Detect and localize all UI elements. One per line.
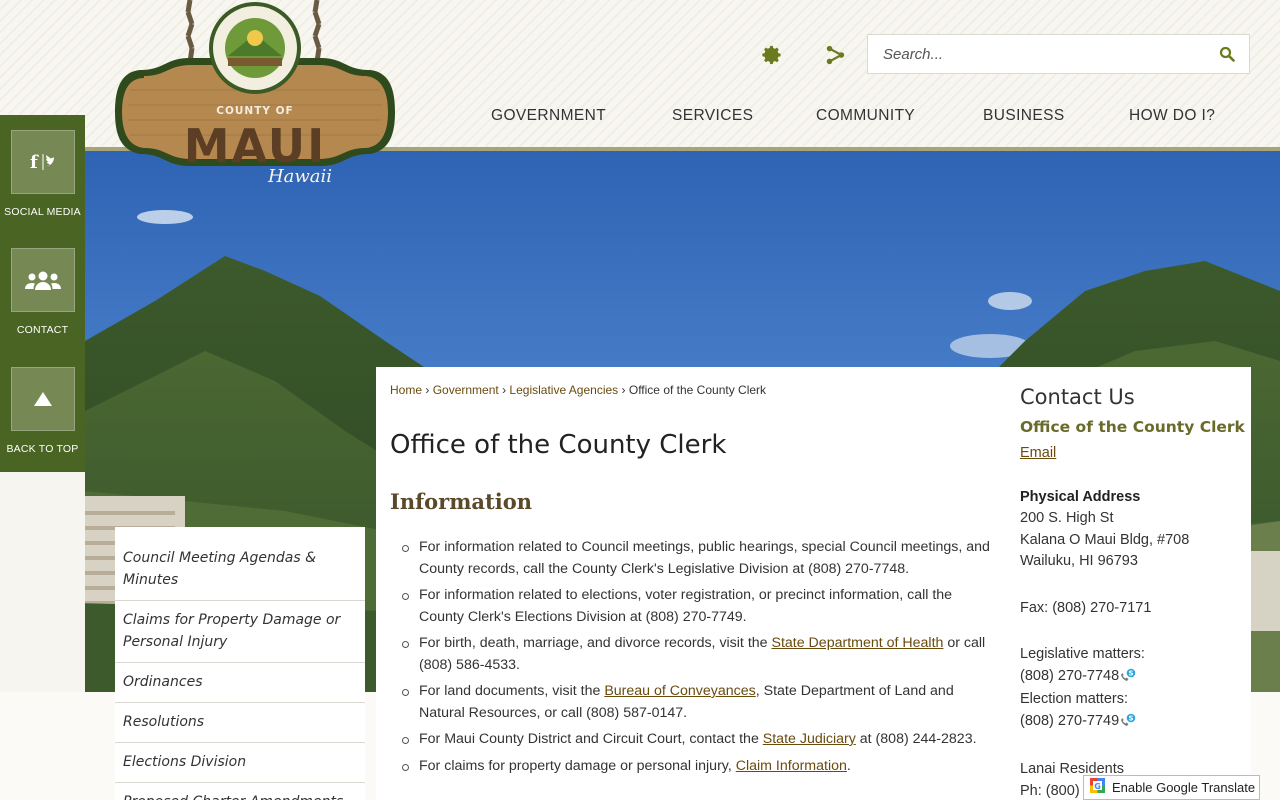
subnav-claims[interactable]: Claims for Property Damage or Personal I… bbox=[115, 601, 365, 663]
gear-icon[interactable] bbox=[759, 42, 785, 68]
nav-business[interactable]: BUSINESS bbox=[983, 107, 1065, 125]
nav-services[interactable]: SERVICES bbox=[672, 107, 753, 125]
search-icon[interactable] bbox=[1219, 46, 1237, 64]
list-item: For information related to elections, vo… bbox=[400, 585, 992, 628]
logo-maui: MAUI bbox=[184, 119, 326, 173]
claim-info-link[interactable]: Claim Information bbox=[736, 758, 847, 774]
contact-heading: Contact Us bbox=[1020, 385, 1135, 409]
election-phone[interactable]: (808) 270-7749 bbox=[1020, 713, 1119, 729]
main-content: Home › Government › Legislative Agencies… bbox=[376, 367, 1251, 800]
election-phone-row: (808) 270-7749 S bbox=[1020, 711, 1245, 735]
list-item: For claims for property damage or person… bbox=[400, 756, 992, 778]
section-title: Information bbox=[390, 489, 532, 514]
nav-government[interactable]: GOVERNMENT bbox=[491, 107, 606, 125]
contact-dept: Office of the County Clerk bbox=[1020, 418, 1245, 436]
health-dept-link[interactable]: State Department of Health bbox=[771, 635, 943, 651]
breadcrumb-separator: › bbox=[621, 383, 626, 397]
svg-text:G: G bbox=[1094, 782, 1101, 791]
google-translate-button[interactable]: G Enable Google Translate bbox=[1083, 775, 1260, 800]
fax-number: Fax: (808) 270-7171 bbox=[1020, 599, 1152, 616]
social-media-label: SOCIAL MEDIA bbox=[4, 206, 81, 218]
social-media-icon: f bbox=[10, 130, 75, 194]
google-translate-label: Enable Google Translate bbox=[1112, 780, 1256, 795]
contact-button[interactable]: CONTACT bbox=[0, 248, 85, 336]
breadcrumb: Home › Government › Legislative Agencies… bbox=[390, 383, 766, 397]
county-logo[interactable]: COUNTY OF MAUI Hawaii bbox=[110, 0, 400, 210]
page-title: Office of the County Clerk bbox=[390, 430, 727, 460]
side-rail: f SOCIAL MEDIA CONTACT BACK TO TOP bbox=[0, 115, 85, 472]
main-nav: GOVERNMENT SERVICES COMMUNITY BUSINESS H… bbox=[470, 107, 1250, 129]
svg-text:f: f bbox=[30, 152, 39, 173]
list-item: For information related to Council meeti… bbox=[400, 537, 992, 580]
skype-call-icon[interactable]: S bbox=[1120, 713, 1136, 735]
judiciary-link[interactable]: State Judiciary bbox=[763, 731, 856, 747]
search-box bbox=[867, 34, 1250, 74]
subnav-resolutions[interactable]: Resolutions bbox=[115, 703, 365, 743]
email-link[interactable]: Email bbox=[1020, 445, 1056, 461]
contact-label: CONTACT bbox=[16, 324, 69, 336]
breadcrumb-separator: › bbox=[502, 383, 507, 397]
list-item: For Maui County District and Circuit Cou… bbox=[400, 729, 992, 751]
list-item: For birth, death, marriage, and divorce … bbox=[400, 633, 992, 676]
breadcrumb-current: Office of the County Clerk bbox=[628, 383, 767, 397]
search-input[interactable] bbox=[868, 35, 1198, 73]
contact-panel: Contact Us Office of the County Clerk Em… bbox=[1020, 385, 1245, 800]
svg-text:S: S bbox=[1129, 669, 1134, 677]
nav-community[interactable]: COMMUNITY bbox=[816, 107, 915, 125]
logo-county-of: COUNTY OF bbox=[216, 105, 293, 117]
address-line: Wailuku, HI 96793 bbox=[1020, 553, 1138, 569]
svg-text:S: S bbox=[1129, 714, 1134, 722]
legislative-label: Legislative matters: bbox=[1020, 646, 1145, 662]
breadcrumb-government[interactable]: Government bbox=[433, 383, 499, 397]
logo-hawaii: Hawaii bbox=[267, 166, 332, 187]
skype-call-icon[interactable]: S bbox=[1120, 668, 1136, 690]
address-line: Kalana O Maui Bldg, #708 bbox=[1020, 531, 1190, 548]
section-subnav: Council Meeting Agendas & Minutes Claims… bbox=[115, 527, 365, 800]
legislative-phone[interactable]: (808) 270-7748 bbox=[1020, 668, 1119, 684]
legislative-phone-row: (808) 270-7748 S bbox=[1020, 666, 1245, 690]
contact-icon bbox=[10, 248, 75, 312]
share-icon[interactable] bbox=[822, 42, 848, 68]
breadcrumb-home[interactable]: Home bbox=[390, 383, 422, 397]
breadcrumb-legislative[interactable]: Legislative Agencies bbox=[509, 383, 618, 397]
arrow-up-icon bbox=[10, 367, 75, 431]
address-label: Physical Address bbox=[1020, 489, 1141, 505]
conveyances-link[interactable]: Bureau of Conveyances bbox=[604, 683, 755, 699]
subnav-ordinances[interactable]: Ordinances bbox=[115, 663, 365, 703]
back-to-top-label: BACK TO TOP bbox=[6, 443, 79, 455]
google-translate-icon: G bbox=[1090, 777, 1105, 798]
back-to-top-button[interactable]: BACK TO TOP bbox=[0, 367, 85, 455]
list-item: For land documents, visit the Bureau of … bbox=[400, 681, 992, 724]
address-line: 200 S. High St bbox=[1020, 510, 1114, 526]
breadcrumb-separator: › bbox=[425, 383, 430, 397]
nav-how-do-i[interactable]: HOW DO I? bbox=[1129, 107, 1215, 125]
subnav-council-agendas[interactable]: Council Meeting Agendas & Minutes bbox=[115, 527, 365, 601]
subnav-elections[interactable]: Elections Division bbox=[115, 743, 365, 783]
election-label: Election matters: bbox=[1020, 691, 1128, 707]
social-media-button[interactable]: f SOCIAL MEDIA bbox=[0, 130, 85, 218]
subnav-charter-amendments[interactable]: Proposed Charter Amendments bbox=[115, 783, 365, 800]
info-list: For information related to Council meeti… bbox=[400, 537, 992, 782]
